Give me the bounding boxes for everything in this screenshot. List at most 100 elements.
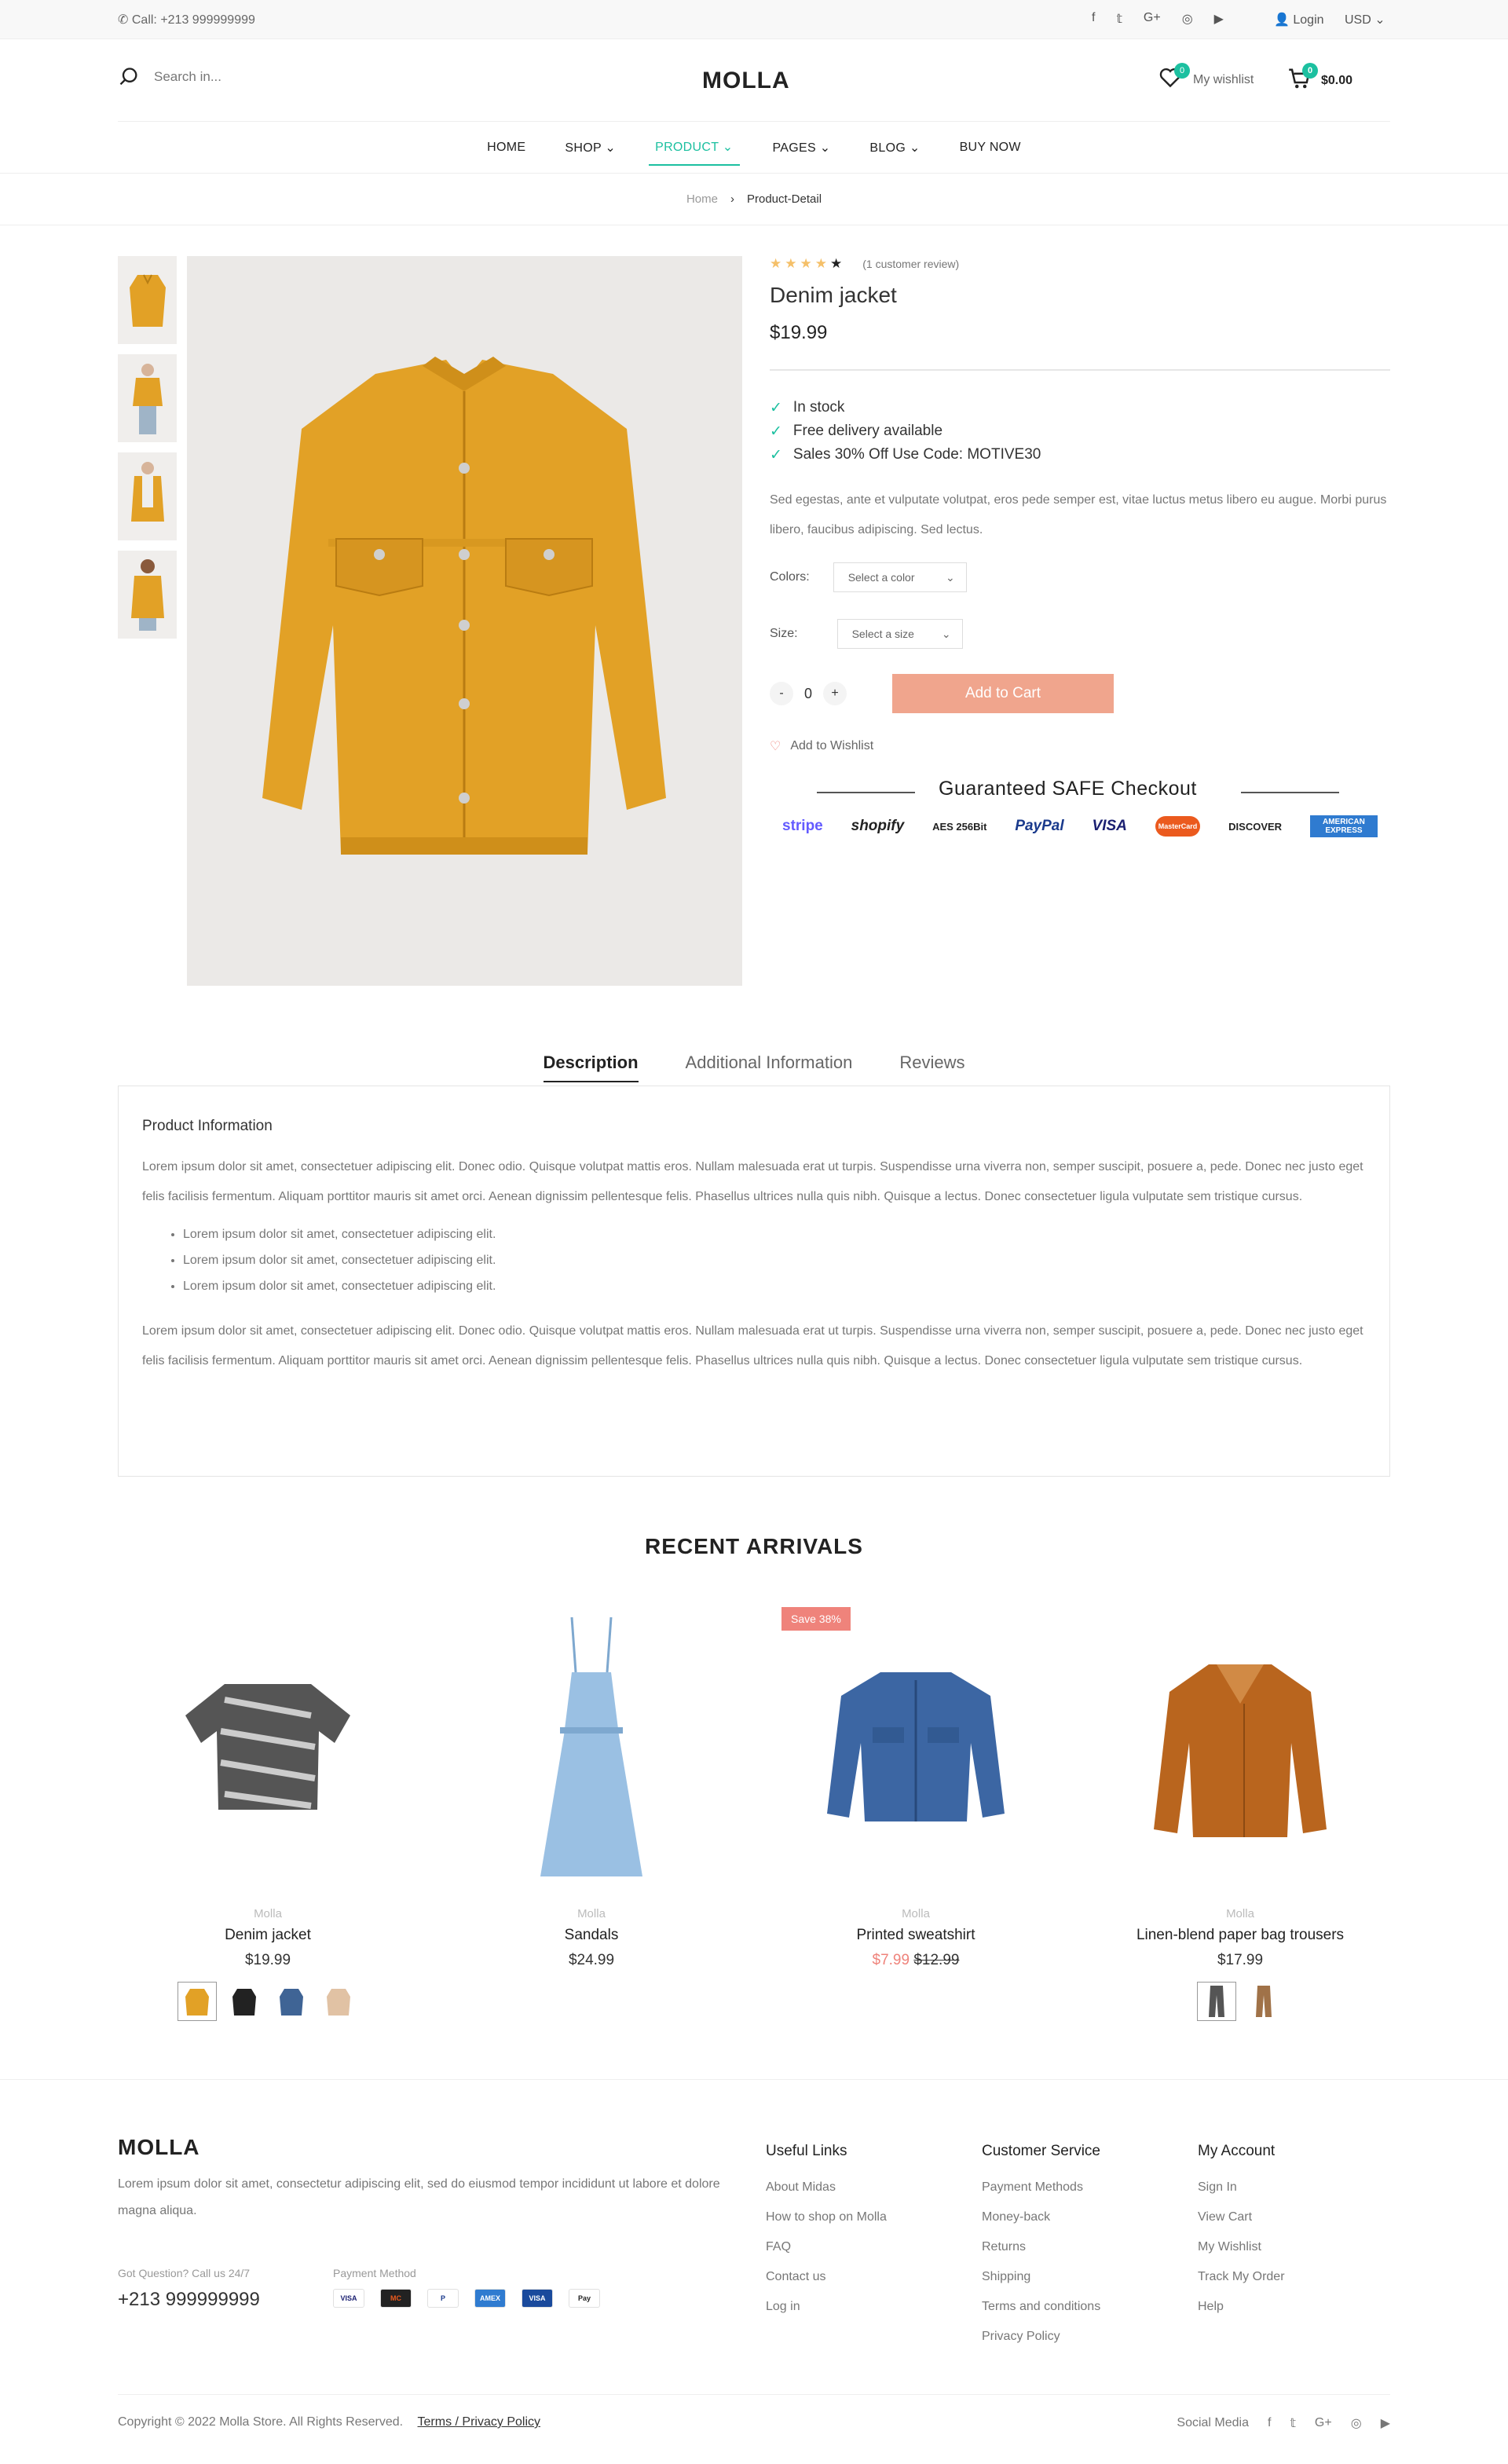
nav-blog[interactable]: BLOG ⌄ (863, 130, 926, 165)
column-title: Customer Service (982, 2143, 1100, 2159)
nav-home[interactable]: HOME (481, 131, 532, 164)
call-text: Call: +213 999999999 (131, 13, 255, 27)
review-count[interactable]: (1 customer review) (862, 258, 959, 270)
thumbnail-1[interactable] (118, 256, 177, 344)
footer-link[interactable]: Terms and conditions (982, 2292, 1100, 2322)
payment-logos: stripe shopify AES 256Bit PayPal VISA Ma… (770, 815, 1390, 837)
footer-link[interactable]: Log in (766, 2292, 887, 2322)
product-card[interactable]: Molla Linen-blend paper bag trousers $17… (1111, 1601, 1370, 2021)
color-select[interactable]: Select a color ⌄ (833, 562, 967, 592)
cart-count: 0 (1302, 63, 1318, 79)
thumbnail-4[interactable] (118, 551, 177, 639)
cart-link[interactable]: 0 $0.00 (1288, 63, 1352, 93)
swatch-black[interactable] (225, 1982, 264, 2021)
footer-link[interactable]: About Midas (766, 2173, 887, 2202)
footer-link[interactable]: Privacy Policy (982, 2322, 1100, 2352)
login-link[interactable]: 👤 Login (1274, 12, 1324, 27)
copyright: Copyright © 2022 Molla Store. All Rights… (118, 2415, 540, 2431)
product-name[interactable]: Printed sweatshirt (786, 1927, 1045, 1944)
site-logo[interactable]: MOLLA (702, 68, 790, 94)
footer-phone[interactable]: +213 999999999 (118, 2289, 260, 2311)
facebook-icon[interactable]: f (1092, 11, 1095, 27)
footer-link[interactable]: Help (1198, 2292, 1285, 2322)
currency-select[interactable]: USD ⌄ (1345, 12, 1385, 27)
qty-plus-button[interactable]: + (823, 682, 847, 705)
google-plus-icon[interactable]: G+ (1315, 2416, 1332, 2430)
product-rating[interactable]: ★ ★ ★ ★ ★ (1 customer review) (770, 256, 1390, 272)
footer-link[interactable]: How to shop on Molla (766, 2202, 887, 2232)
footer-link[interactable]: Payment Methods (982, 2173, 1100, 2202)
footer-link[interactable]: Money-back (982, 2202, 1100, 2232)
breadcrumb-home[interactable]: Home (686, 192, 718, 206)
wishlist-link[interactable]: 0 My wishlist (1158, 63, 1254, 92)
chevron-down-icon: ⌄ (722, 140, 734, 154)
product-name[interactable]: Linen-blend paper bag trousers (1111, 1927, 1370, 1944)
product-thumbnails (118, 256, 177, 649)
google-plus-icon[interactable]: G+ (1144, 11, 1161, 27)
facebook-icon[interactable]: f (1268, 2416, 1271, 2430)
visa-logo: VISA (1092, 818, 1127, 834)
footer-link[interactable]: FAQ (766, 2232, 887, 2262)
paypal-logo: PayPal (1015, 818, 1064, 834)
product-image[interactable] (786, 1601, 1045, 1893)
tab-description[interactable]: Description (543, 1053, 639, 1082)
product-image[interactable] (138, 1601, 397, 1893)
swatch-brown[interactable] (1244, 1982, 1283, 2021)
search-icon (119, 68, 137, 86)
footer-link[interactable]: Track My Order (1198, 2262, 1285, 2292)
qty-minus-button[interactable]: - (770, 682, 793, 705)
product-image[interactable] (1111, 1601, 1370, 1893)
nav-pages[interactable]: PAGES ⌄ (767, 130, 837, 165)
footer-bottom: Copyright © 2022 Molla Store. All Rights… (118, 2394, 1390, 2431)
youtube-icon[interactable]: ▶ (1381, 2415, 1390, 2431)
swatch-beige[interactable] (319, 1982, 358, 2021)
nav-shop[interactable]: SHOP ⌄ (558, 130, 622, 165)
swatch-yellow[interactable] (178, 1982, 217, 2021)
product-card[interactable]: Molla Printed sweatshirt $7.99 $12.99 (786, 1601, 1045, 1969)
color-swatches (138, 1982, 397, 2021)
twitter-icon[interactable]: 𝕥 (1290, 2415, 1295, 2431)
thumbnail-3[interactable] (118, 452, 177, 540)
payment-method-label: Payment Method (333, 2267, 416, 2279)
product-name[interactable]: Denim jacket (138, 1927, 397, 1944)
product-card[interactable]: Molla Denim jacket $19.99 (138, 1601, 397, 2021)
tab-additional-information[interactable]: Additional Information (686, 1053, 853, 1082)
product-image[interactable] (462, 1601, 721, 1893)
add-to-wishlist-link[interactable]: ♡ Add to Wishlist (770, 738, 1390, 754)
list-item: Lorem ipsum dolor sit amet, consectetuer… (183, 1247, 1366, 1273)
product-info: ★ ★ ★ ★ ★ (1 customer review) Denim jack… (770, 256, 1390, 837)
product-price: $7.99 $12.99 (786, 1952, 1045, 1969)
top-bar: ✆ Call: +213 999999999 f 𝕥 G+ ◎ ▶ 👤 Logi… (0, 0, 1508, 39)
nav-product[interactable]: PRODUCT ⌄ (649, 130, 740, 166)
tab-panel: Product Information Lorem ipsum dolor si… (118, 1086, 1390, 1477)
swatch-denim[interactable] (272, 1982, 311, 2021)
instagram-icon[interactable]: ◎ (1182, 11, 1193, 27)
product-main-image[interactable] (187, 256, 742, 986)
footer-link[interactable]: Contact us (766, 2262, 887, 2292)
footer-link[interactable]: Returns (982, 2232, 1100, 2262)
footer-link[interactable]: Shipping (982, 2262, 1100, 2292)
tab-reviews[interactable]: Reviews (899, 1053, 964, 1082)
terms-link[interactable]: Terms / Privacy Policy (418, 2415, 540, 2429)
nav-buy-now[interactable]: BUY NOW (953, 131, 1027, 164)
footer-logo[interactable]: MOLLA (118, 2135, 200, 2160)
search-box[interactable]: Search in... (118, 66, 221, 88)
footer-link[interactable]: Sign In (1198, 2173, 1285, 2202)
search-input[interactable]: Search in... (154, 69, 221, 85)
product-card[interactable]: Molla Sandals $24.99 (462, 1601, 721, 1969)
instagram-icon[interactable]: ◎ (1351, 2415, 1362, 2431)
swatch-grey[interactable] (1197, 1982, 1236, 2021)
footer-link[interactable]: My Wishlist (1198, 2232, 1285, 2262)
quantity-stepper[interactable]: 0 (793, 686, 823, 702)
add-to-cart-button[interactable]: Add to Cart (892, 674, 1114, 713)
amex-logo: AMERICAN EXPRESS (1309, 815, 1378, 837)
cart-icon: 0 (1288, 63, 1318, 93)
youtube-icon[interactable]: ▶ (1214, 11, 1224, 27)
size-select[interactable]: Select a size ⌄ (836, 619, 963, 649)
twitter-icon[interactable]: 𝕥 (1116, 11, 1122, 27)
footer-link[interactable]: View Cart (1198, 2202, 1285, 2232)
heart-icon: 0 (1158, 63, 1190, 92)
product-name[interactable]: Sandals (462, 1927, 721, 1944)
product-brand: Molla (1226, 1907, 1254, 1920)
thumbnail-2[interactable] (118, 354, 177, 442)
